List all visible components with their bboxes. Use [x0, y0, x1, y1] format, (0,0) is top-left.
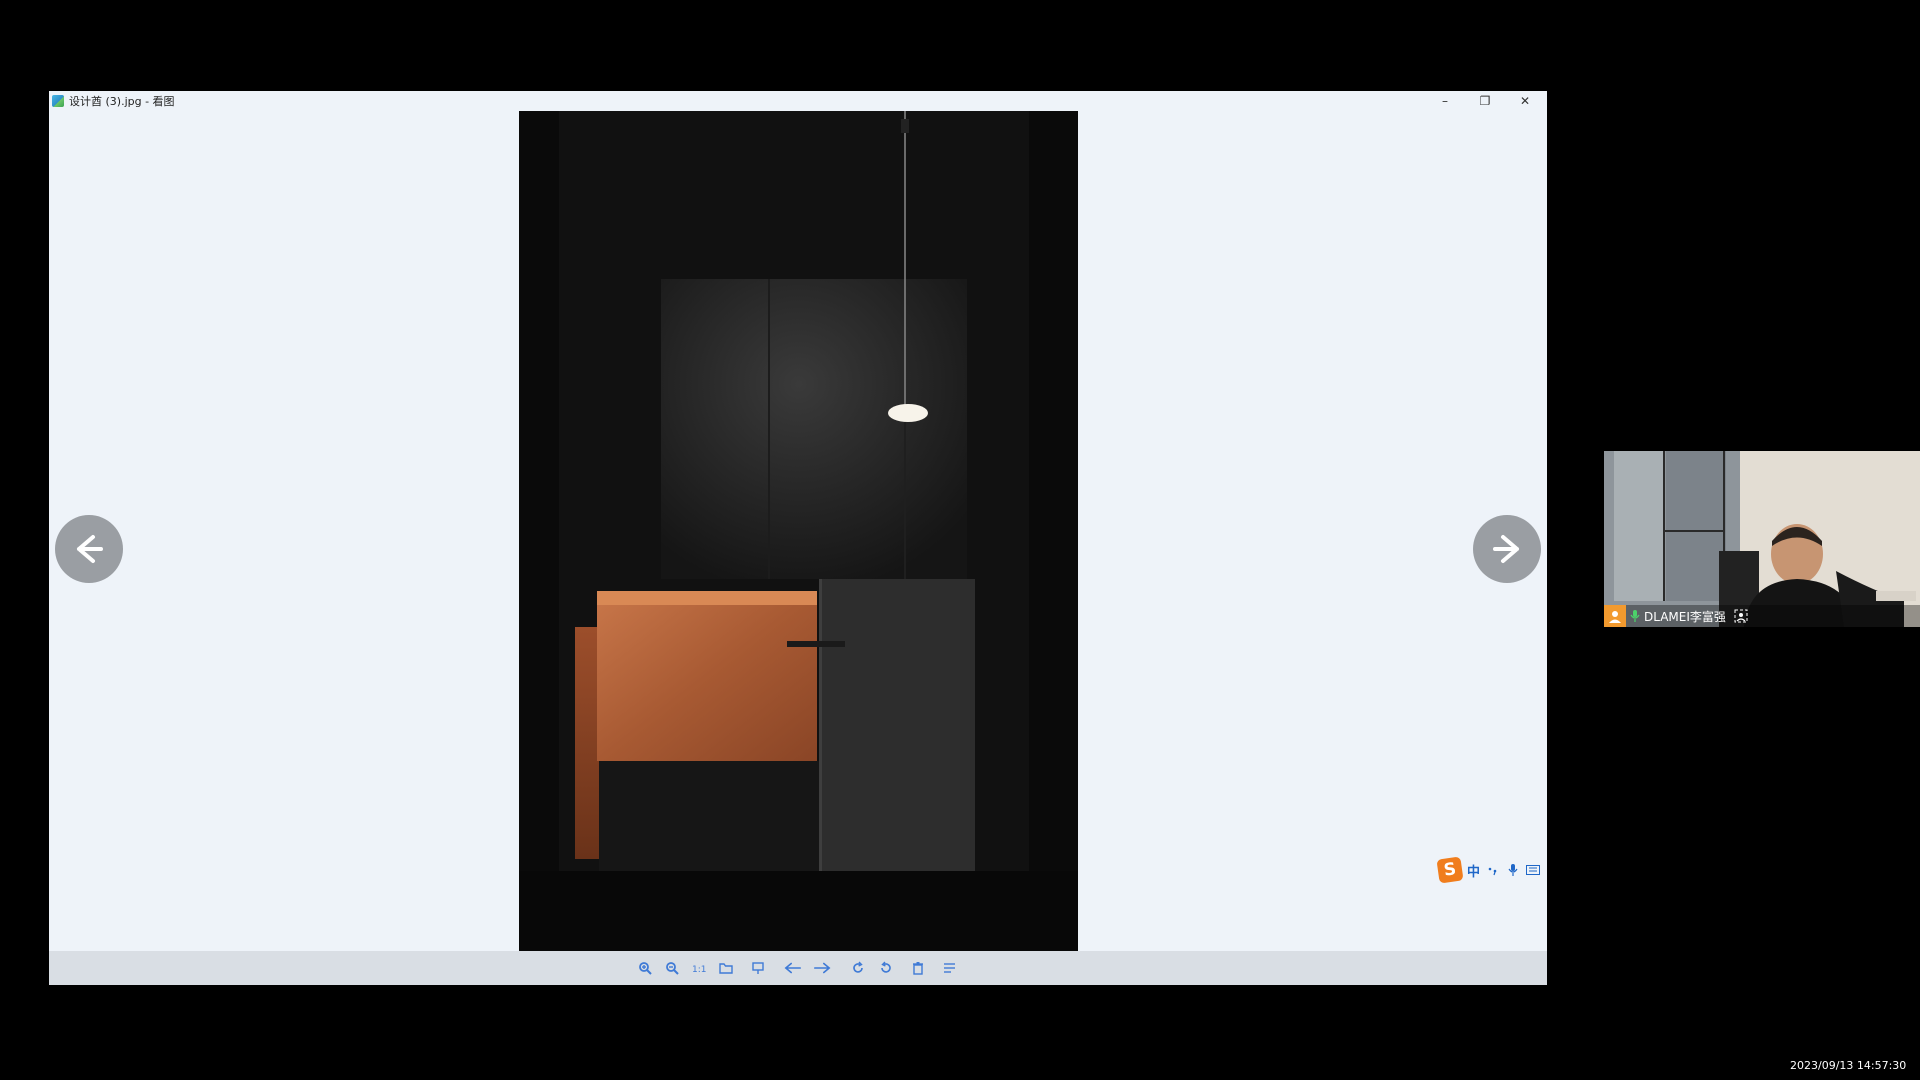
title-bar: 设计酋 (3).jpg - 看图 – ❐ ✕ [49, 91, 1547, 111]
bottom-toolbar: 1:1 [49, 951, 1547, 985]
previous-image-icon [784, 962, 802, 974]
participant-avatar-icon [1604, 605, 1626, 627]
more-menu-button[interactable] [941, 959, 959, 977]
close-button[interactable]: ✕ [1505, 91, 1545, 111]
keyboard-icon[interactable] [1525, 863, 1540, 878]
next-image-icon [813, 962, 831, 974]
app-icon [52, 95, 64, 107]
zoom-out-button[interactable] [663, 959, 681, 977]
more-menu-icon [944, 963, 955, 973]
ime-toolbar: S 中 [1436, 855, 1547, 885]
recording-timestamp: 2023/09/13 14:57:30 [1790, 1059, 1907, 1072]
ime-logo-icon[interactable]: S [1436, 856, 1464, 884]
next-image-button[interactable] [813, 959, 831, 977]
rotate-left-button[interactable] [877, 959, 895, 977]
delete-icon [913, 962, 923, 975]
actual-size-icon: 1:1 [692, 965, 706, 975]
ime-language-toggle[interactable]: 中 [1467, 861, 1480, 880]
open-folder-button[interactable] [717, 959, 735, 977]
svg-text:1:1: 1:1 [692, 965, 706, 975]
interior-photo [519, 111, 1078, 951]
participant-options-icon[interactable] [1734, 609, 1748, 623]
punctuation-icon[interactable] [1485, 863, 1500, 878]
slideshow-button[interactable] [749, 959, 767, 977]
slideshow-icon [752, 962, 764, 974]
rotate-right-icon [853, 961, 863, 973]
delete-button[interactable] [909, 959, 927, 977]
minimize-button[interactable]: – [1425, 91, 1465, 111]
image-viewer-window: 设计酋 (3).jpg - 看图 – ❐ ✕ 1:1 S 中 [49, 91, 1547, 985]
previous-image-button[interactable] [784, 959, 802, 977]
zoom-in-icon [639, 962, 652, 975]
participant-video-feed [1604, 451, 1920, 627]
participant-name: DLAMEI李富强 [1644, 609, 1726, 624]
participant-name-bar: DLAMEI李富强 [1604, 605, 1920, 627]
actual-size-button[interactable]: 1:1 [690, 959, 708, 977]
rotate-left-icon [881, 961, 891, 973]
previous-arrow-button[interactable] [55, 515, 123, 583]
restore-button[interactable]: ❐ [1465, 91, 1505, 111]
open-folder-icon [718, 962, 733, 974]
image-canvas[interactable] [519, 111, 1078, 951]
video-call-tile[interactable]: DLAMEI李富强 [1604, 451, 1920, 627]
next-arrow-button[interactable] [1473, 515, 1541, 583]
skin-shirt-icon[interactable] [1545, 863, 1547, 878]
microphone-icon[interactable] [1505, 863, 1520, 878]
rotate-right-button[interactable] [849, 959, 867, 977]
window-title: 设计酋 (3).jpg - 看图 [69, 95, 175, 108]
zoom-out-icon [666, 962, 679, 975]
arrow-left-icon [77, 535, 103, 563]
microphone-status-icon [1630, 609, 1640, 623]
zoom-in-button[interactable] [636, 959, 654, 977]
arrow-right-icon [1493, 535, 1519, 563]
